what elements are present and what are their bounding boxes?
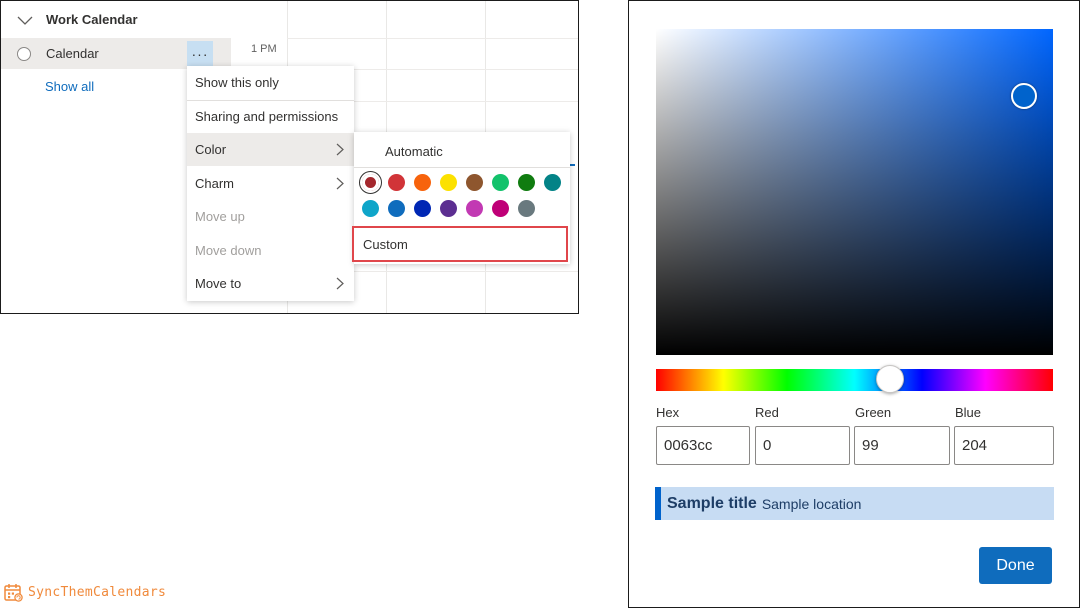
menu-item-sharing-and-permissions[interactable]: Sharing and permissions (187, 100, 354, 133)
color-swatch[interactable] (492, 200, 509, 217)
red-input[interactable] (755, 426, 850, 465)
color-swatch[interactable] (414, 200, 431, 217)
color-swatch[interactable] (388, 200, 405, 217)
green-input[interactable] (854, 426, 950, 465)
calendar-icon (4, 584, 23, 602)
hue-slider-handle[interactable] (876, 365, 904, 393)
color-swatch[interactable] (414, 174, 431, 191)
calendar-item[interactable]: Calendar ··· (1, 38, 231, 69)
menu-item-color[interactable]: Color (187, 133, 354, 166)
color-swatch[interactable] (466, 200, 483, 217)
sample-event-preview: Sample title Sample location (655, 487, 1054, 520)
hex-label: Hex (656, 405, 680, 420)
color-swatch[interactable] (518, 200, 535, 217)
hue-slider[interactable] (656, 369, 1053, 391)
green-label: Green (855, 405, 892, 420)
color-swatch[interactable] (440, 200, 457, 217)
color-swatch-selected[interactable] (359, 171, 382, 194)
color-swatch[interactable] (518, 174, 535, 191)
menu-item-show-this-only[interactable]: Show this only (187, 66, 354, 99)
menu-item-label: Move to (195, 276, 242, 291)
color-swatch[interactable] (440, 174, 457, 191)
color-swatch[interactable] (492, 174, 509, 191)
menu-item-label: Charm (195, 175, 235, 191)
menu-item-move-to[interactable]: Move to (187, 267, 354, 300)
chevron-right-icon (336, 277, 344, 290)
calendar-item-label: Calendar (46, 46, 99, 61)
show-all-link[interactable]: Show all (45, 79, 94, 94)
menu-item-label: Show this only (195, 75, 279, 90)
color-swatch[interactable] (544, 174, 561, 191)
brand-name: SyncThemCalendars (28, 584, 167, 600)
time-label: 1 PM (251, 43, 277, 55)
red-label: Red (755, 405, 779, 420)
custom-color-option[interactable]: Custom (352, 226, 568, 262)
menu-item-label: Color (195, 142, 227, 157)
more-options-button[interactable]: ··· (187, 41, 213, 66)
menu-item-label: Sharing and permissions (195, 108, 339, 124)
menu-item-label: Move up (195, 209, 245, 224)
chevron-right-icon (336, 177, 344, 189)
saturation-value-handle[interactable] (1011, 83, 1037, 109)
color-swatch[interactable] (362, 200, 379, 217)
sample-location: Sample location (761, 495, 862, 512)
done-button[interactable]: Done (979, 547, 1052, 584)
hex-input[interactable] (656, 426, 750, 465)
menu-item-charm[interactable]: Charm (187, 167, 354, 200)
automatic-color-option[interactable]: Automatic (385, 144, 443, 159)
calendar-group-header[interactable]: Work Calendar (17, 12, 138, 27)
calendar-group-label: Work Calendar (46, 12, 138, 27)
saturation-value-area[interactable] (656, 29, 1053, 355)
chevron-right-icon (336, 143, 344, 156)
color-swatch[interactable] (466, 174, 483, 191)
blue-label: Blue (955, 405, 982, 420)
menu-item-move-up: Move up (187, 200, 354, 233)
chevron-down-icon (17, 16, 33, 25)
brand-watermark: SyncThemCalendars (3, 582, 166, 602)
sample-title: Sample title (667, 494, 757, 512)
menu-item-label: Move down (195, 242, 262, 258)
color-picker-dialog: Hex Red Green Blue Sample title Sample l… (628, 0, 1080, 608)
blue-input[interactable] (954, 426, 1054, 465)
grid-line (287, 38, 578, 39)
color-swatch[interactable] (388, 174, 405, 191)
menu-divider (354, 167, 570, 168)
more-icon: ··· (191, 45, 209, 62)
calendar-menu-panel: 1 PM Work Calendar Calendar ··· Show all… (0, 0, 579, 314)
calendar-visibility-radio[interactable] (17, 46, 31, 61)
menu-item-move-down: Move down (187, 234, 354, 267)
calendar-context-menu: Show this only Sharing and permissions Col… (187, 66, 354, 301)
color-submenu: Automatic Custom (352, 132, 570, 264)
